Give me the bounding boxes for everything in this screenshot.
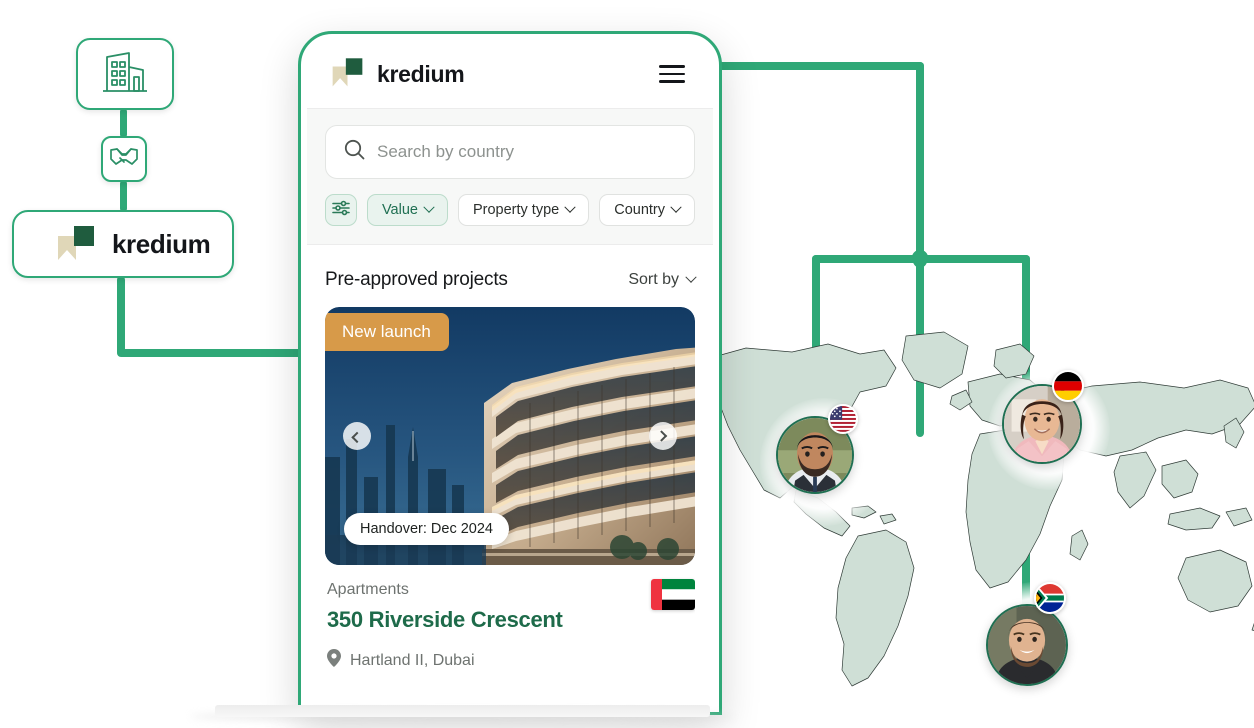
chevron-down-icon bbox=[670, 201, 682, 213]
app-title: kredium bbox=[377, 60, 465, 87]
diagram-node-kredium[interactable]: kredium bbox=[12, 210, 234, 278]
page-title: Pre-approved projects bbox=[325, 269, 508, 290]
chevron-left-icon bbox=[351, 431, 363, 444]
kredium-node-label: kredium bbox=[112, 228, 211, 259]
connector-kredium-right bbox=[117, 349, 307, 357]
property-details: Apartments 350 Riverside Crescent Hartla… bbox=[325, 565, 695, 672]
hamburger-line bbox=[659, 72, 685, 76]
germany-flag-icon bbox=[1052, 370, 1084, 402]
section-header: Pre-approved projects Sort by bbox=[307, 245, 713, 307]
filter-chip-property-type[interactable]: Property type bbox=[457, 194, 590, 226]
filter-chip-country[interactable]: Country bbox=[599, 194, 695, 226]
connector-deal-to-kredium bbox=[120, 180, 127, 212]
filter-chip-label: Country bbox=[614, 202, 665, 218]
map-marker-africa[interactable] bbox=[972, 582, 1098, 708]
connector-tree-junction-dot bbox=[912, 250, 928, 268]
property-title[interactable]: 350 Riverside Crescent bbox=[327, 607, 693, 633]
search-icon bbox=[344, 139, 365, 165]
chevron-down-icon bbox=[423, 201, 435, 213]
map-marker-north-america[interactable] bbox=[760, 398, 888, 526]
south-africa-flag-icon bbox=[1034, 582, 1066, 614]
map-pin-icon bbox=[327, 649, 341, 672]
connector-kredium-down bbox=[117, 276, 125, 356]
mockup-base bbox=[215, 705, 710, 717]
filter-chip-label: Property type bbox=[472, 202, 560, 218]
united-arab-emirates-flag-icon bbox=[651, 579, 695, 610]
property-type-label: Apartments bbox=[327, 581, 409, 598]
office-building-icon bbox=[101, 51, 149, 98]
united-states-flag-icon bbox=[828, 404, 858, 434]
kredium-logo-icon bbox=[56, 222, 96, 267]
carousel-prev-button[interactable] bbox=[343, 422, 371, 450]
app-header: kredium bbox=[307, 40, 713, 109]
phone-screen: kredium Search by country Value Property… bbox=[307, 40, 713, 712]
property-location: Hartland II, Dubai bbox=[327, 649, 693, 672]
filters-section: Search by country Value Property type Co… bbox=[307, 109, 713, 245]
search-input[interactable]: Search by country bbox=[325, 125, 695, 179]
hamburger-line bbox=[659, 65, 685, 68]
search-placeholder: Search by country bbox=[377, 142, 515, 161]
diagram-node-building[interactable] bbox=[76, 38, 174, 110]
filter-chip-row: Value Property type Country bbox=[325, 194, 695, 226]
sort-by-label: Sort by bbox=[628, 271, 679, 288]
kredium-logo-icon bbox=[331, 55, 364, 93]
handshake-icon bbox=[110, 146, 138, 173]
connector-building-to-deal bbox=[120, 108, 127, 138]
filter-chip-label: Value bbox=[381, 202, 418, 218]
diagram-node-partnership[interactable] bbox=[101, 136, 147, 182]
hamburger-menu-icon[interactable] bbox=[655, 61, 689, 87]
property-location-label: Hartland II, Dubai bbox=[350, 651, 475, 669]
avatar[interactable] bbox=[986, 604, 1068, 686]
connector-tree-trunk bbox=[916, 62, 924, 262]
filter-chip-value[interactable]: Value bbox=[366, 194, 448, 226]
property-image: New launch Handover: Dec 2024 bbox=[325, 307, 695, 565]
property-card[interactable]: New launch Handover: Dec 2024 Apartments… bbox=[325, 307, 695, 672]
carousel-next-button[interactable] bbox=[649, 422, 677, 450]
map-marker-europe[interactable] bbox=[988, 368, 1110, 490]
filter-sliders-button[interactable] bbox=[325, 194, 357, 226]
chevron-right-icon bbox=[655, 430, 668, 442]
chevron-down-icon bbox=[564, 201, 576, 213]
sort-by-button[interactable]: Sort by bbox=[628, 271, 697, 289]
filter-sliders-icon bbox=[332, 200, 350, 220]
hero-illustration: kredium kredium Search by country Value … bbox=[0, 0, 1254, 728]
connector-phone-right-stem bbox=[718, 62, 924, 70]
status-badge: New launch bbox=[325, 313, 449, 351]
phone-mockup: kredium Search by country Value Property… bbox=[298, 31, 722, 715]
app-brand: kredium bbox=[331, 55, 465, 93]
chevron-down-icon bbox=[685, 271, 697, 283]
handover-badge: Handover: Dec 2024 bbox=[344, 513, 509, 545]
hamburger-line bbox=[659, 80, 685, 83]
